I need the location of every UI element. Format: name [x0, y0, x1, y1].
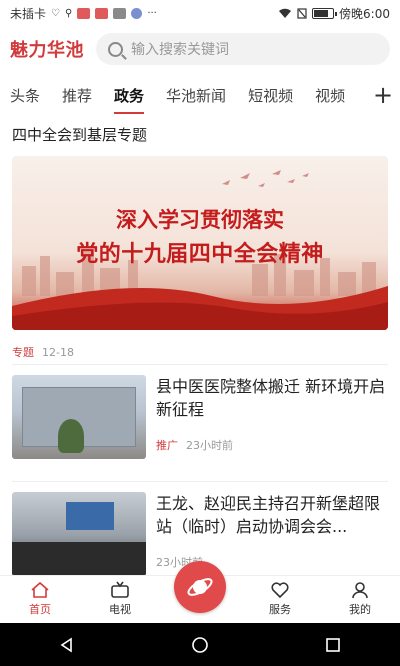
- app-header: 魅力华池 输入搜索关键词: [0, 26, 400, 72]
- heart-icon: [271, 582, 289, 599]
- plus-icon: +: [372, 81, 394, 109]
- app-screen: 未插卡 ♡ ⚲ ··· 傍晚6:00 魅力华池 输入搜索关键词 头条 推荐 政务…: [0, 0, 400, 666]
- tab-recommend[interactable]: 推荐: [62, 85, 102, 106]
- center-action-button[interactable]: [174, 561, 226, 613]
- planet-icon: [187, 578, 213, 596]
- home-circle-icon: [192, 636, 208, 653]
- home-system-button[interactable]: [180, 630, 220, 660]
- projection-screen-image: [66, 502, 114, 530]
- battery-icon: [312, 7, 338, 19]
- nav-service-label: 服务: [269, 603, 291, 616]
- app-notification-icon: [77, 7, 91, 19]
- recent-square-icon: [326, 637, 341, 652]
- banner-headline-1: 深入学习贯彻落实: [116, 207, 284, 232]
- user-icon: [352, 582, 368, 599]
- news-feed[interactable]: 四中全会到基层专题 深入学习贯彻落实 党的十九届四中全会精神 专题 12-18 …: [0, 114, 400, 575]
- status-left: 未插卡 ♡ ⚲ ···: [10, 5, 157, 22]
- tab-short-video[interactable]: 短视频: [248, 85, 303, 106]
- tab-government[interactable]: 政务: [114, 85, 154, 114]
- back-triangle-icon: [60, 637, 72, 652]
- nav-home[interactable]: 首页: [10, 581, 70, 617]
- nav-home-label: 首页: [29, 603, 51, 616]
- topic-banner[interactable]: 深入学习贯彻落实 党的十九届四中全会精神: [12, 156, 388, 330]
- system-navigation-bar: [0, 623, 400, 666]
- tree-image: [58, 419, 84, 453]
- promo-tag: 推广: [156, 439, 178, 452]
- banner-headline-2: 党的十九届四中全会精神: [76, 241, 324, 267]
- recent-apps-button[interactable]: [313, 630, 353, 660]
- news-item[interactable]: 县中医医院整体搬迁 新环境开启新征程 推广 23小时前: [0, 365, 400, 471]
- nav-tv[interactable]: 电视: [90, 581, 150, 617]
- news-time: 23小时前: [186, 439, 233, 452]
- tab-video[interactable]: 视频: [315, 85, 355, 106]
- search-bar[interactable]: 输入搜索关键词: [96, 33, 390, 65]
- news-title: 王龙、赵迎民主持召开新堡超限站（临时）启动协调会会...: [156, 494, 381, 536]
- signal-off-icon: [297, 7, 307, 19]
- search-icon: [108, 41, 123, 57]
- nav-service[interactable]: 服务: [250, 581, 310, 617]
- status-right: 傍晚6:00: [278, 5, 390, 22]
- nav-center[interactable]: [170, 561, 230, 617]
- status-bar: 未插卡 ♡ ⚲ ··· 傍晚6:00: [0, 0, 400, 26]
- home-icon: [31, 581, 49, 598]
- status-time: 傍晚6:00: [339, 6, 390, 21]
- nav-tv-label: 电视: [109, 603, 131, 616]
- more-notifications-icon: ···: [147, 7, 157, 19]
- topic-tag: 专题: [12, 346, 34, 359]
- tab-list: 头条 推荐 政务 华池新闻 短视频 视频: [0, 76, 366, 114]
- bottom-navigation: 首页 电视 服务 我的: [0, 561, 400, 623]
- topic-title[interactable]: 四中全会到基层专题: [0, 114, 400, 152]
- wifi-icon: [279, 8, 292, 18]
- category-tabs: 头条 推荐 政务 华池新闻 短视频 视频 +: [0, 76, 400, 114]
- search-placeholder: 输入搜索关键词: [131, 42, 229, 58]
- topic-meta: 专题 12-18: [0, 330, 400, 364]
- news-thumbnail-meeting: [12, 492, 146, 575]
- news-body: 县中医医院整体搬迁 新环境开启新征程 推广 23小时前: [156, 375, 388, 471]
- tab-huachi-news[interactable]: 华池新闻: [166, 85, 236, 106]
- topic-date: 12-18: [42, 345, 74, 359]
- heart-status-icon: ♡: [51, 7, 60, 19]
- news-title: 县中医医院整体搬迁 新环境开启新征程: [156, 377, 386, 419]
- news-meta: 推广 23小时前: [156, 437, 388, 453]
- tab-headlines[interactable]: 头条: [10, 85, 50, 106]
- browser-notification-icon: [131, 7, 143, 19]
- usb-icon: ⚲: [64, 7, 73, 19]
- app-logo[interactable]: 魅力华池: [10, 36, 84, 62]
- image-notification-icon: [113, 7, 127, 19]
- carrier-text: 未插卡: [10, 6, 47, 21]
- nav-mine[interactable]: 我的: [330, 581, 390, 617]
- meeting-people-image: [12, 542, 146, 575]
- add-tab-button[interactable]: +: [366, 76, 400, 114]
- news-thumbnail-hospital: [12, 375, 146, 459]
- back-button[interactable]: [47, 630, 87, 660]
- news-notification-icon: [95, 7, 109, 19]
- nav-mine-label: 我的: [349, 603, 371, 616]
- tv-icon: [111, 581, 129, 598]
